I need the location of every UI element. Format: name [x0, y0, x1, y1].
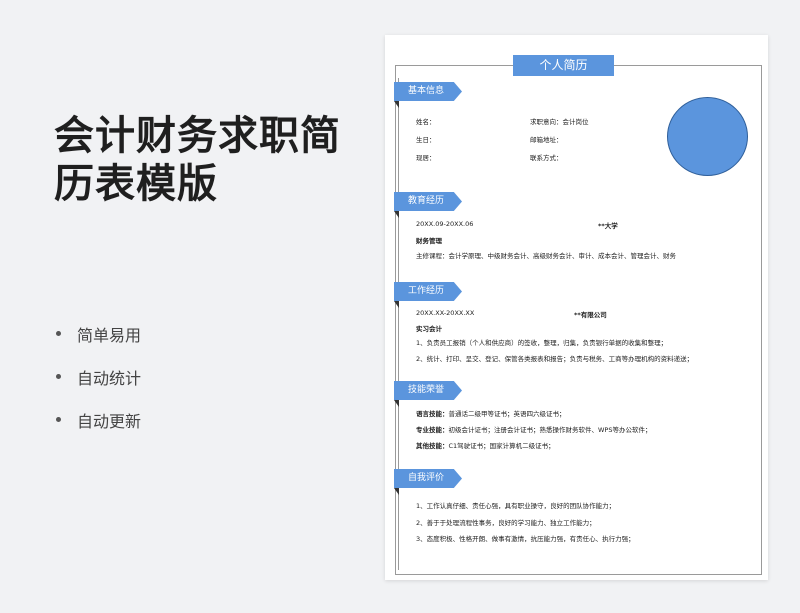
photo-placeholder [667, 97, 748, 176]
section-header-basic: 基本信息 [394, 82, 462, 101]
address-field: 现居： [416, 154, 436, 162]
promo-title-line1: 会计财务求职简 [54, 113, 341, 159]
work-role: 实习会计 [416, 325, 442, 333]
timeline-line [398, 78, 399, 570]
section-fold-icon [394, 488, 399, 495]
education-period: 20XX.09-20XX.06 [416, 220, 474, 228]
name-field: 姓名： [416, 118, 436, 126]
work-company: **有限公司 [574, 311, 607, 319]
self-eval-item: 2、善于于处理流程性事务，良好的学习能力、独立工作能力； [416, 519, 596, 527]
section-header-work: 工作经历 [394, 282, 462, 301]
bullet-icon [56, 331, 61, 336]
section-header-education: 教育经历 [394, 192, 462, 211]
skill-language: 语言技能：普通话二级甲等证书；英语四六级证书； [416, 410, 566, 418]
skill-other: 其他技能：C1驾驶证书；国家计算机二级证书； [416, 442, 555, 450]
section-header-self: 自我评价 [394, 469, 462, 488]
contact-field: 联系方式： [530, 154, 563, 162]
work-duty: 1、负责员工报销（个人和供应商）的签收，整理，归集，负责银行单据的收集和整理； [416, 339, 668, 347]
promo-title: 会计财务求职简 历表模版 [54, 112, 364, 208]
feature-item: 自动更新 [56, 398, 141, 441]
section-fold-icon [394, 211, 399, 218]
feature-item: 简单易用 [56, 312, 141, 355]
skill-professional: 专业技能：初级会计证书；注册会计证书；熟悉操作财务软件、WPS等办公软件； [416, 426, 652, 434]
section-fold-icon [394, 101, 399, 108]
education-major: 财务管理 [416, 237, 442, 245]
resume-title: 个人简历 [513, 55, 614, 76]
education-school: **大学 [598, 222, 618, 230]
self-eval-item: 3、态度积极、性格开朗、做事有激情，抗压能力强，有责任心、执行力强； [416, 535, 635, 543]
bullet-icon [56, 374, 61, 379]
birth-field: 生日： [416, 136, 436, 144]
promo-title-line2: 历表模版 [54, 161, 218, 207]
feature-list: 简单易用 自动统计 自动更新 [56, 312, 141, 441]
self-eval-item: 1、工作认真仔细、责任心强，具有职业操守，良好的团队协作能力； [416, 502, 616, 510]
email-field: 邮箱地址： [530, 136, 563, 144]
section-fold-icon [394, 301, 399, 308]
feature-item: 自动统计 [56, 355, 141, 398]
work-duty: 2、统计、打印、呈交、登记、保管各类报表和报告；负责与税务、工商等办理机构的资料… [416, 355, 694, 363]
intent-field: 求职意向：会计岗位 [530, 118, 589, 126]
section-header-skills: 技能荣誉 [394, 381, 462, 400]
bullet-icon [56, 417, 61, 422]
section-fold-icon [394, 400, 399, 407]
education-courses: 主修课程：会计学原理、中级财务会计、高级财务会计、审计、成本会计、管理会计、财务 [416, 252, 676, 260]
work-period: 20XX.XX-20XX.XX [416, 309, 475, 317]
